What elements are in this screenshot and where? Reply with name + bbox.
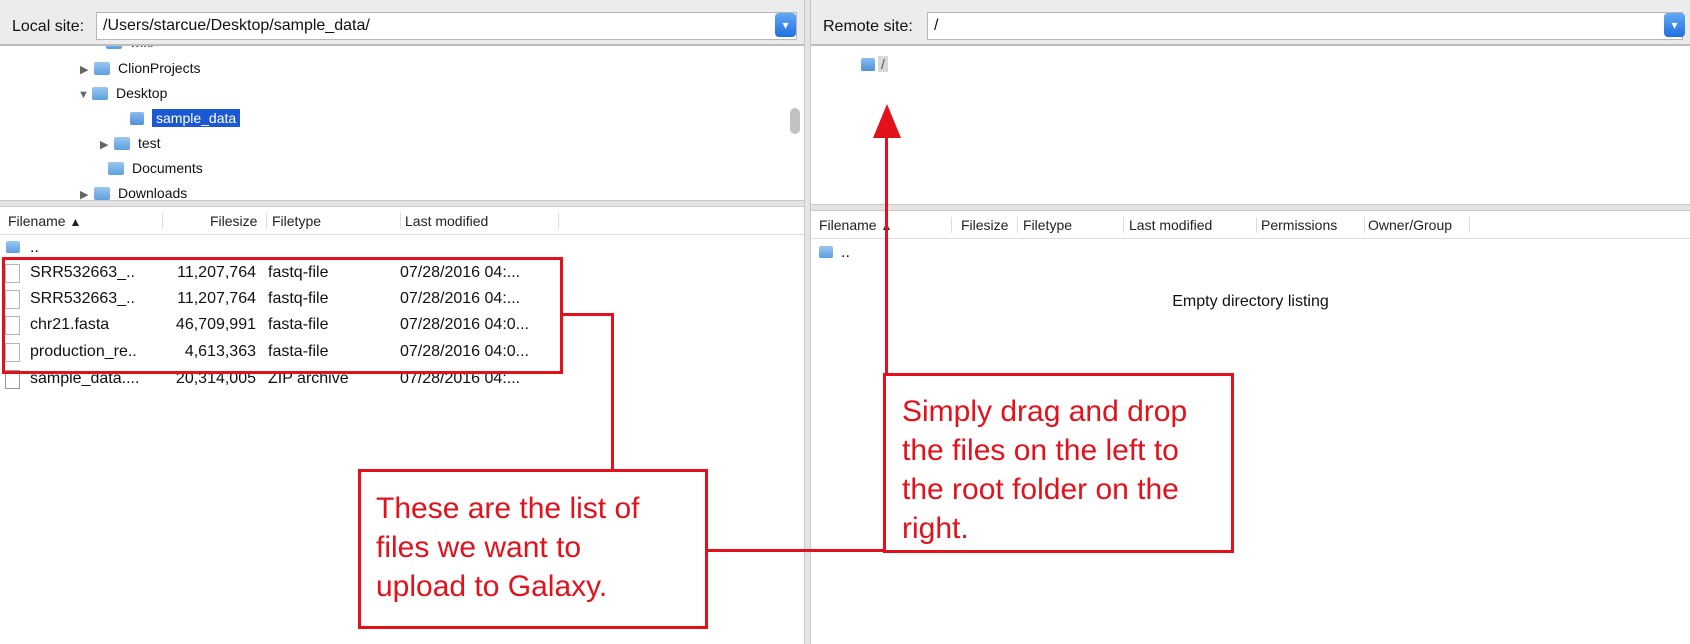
sort-ascending-icon: ▲: [69, 215, 82, 229]
tree-scrollbar[interactable]: [790, 108, 800, 134]
remote-site-bar: Remote site: / ▾: [811, 0, 1690, 46]
column-filename[interactable]: Filename ▲: [8, 213, 81, 229]
expand-arrow-icon[interactable]: ▶: [80, 58, 94, 82]
folder-icon: [92, 86, 108, 100]
local-site-dropdown-icon[interactable]: ▾: [775, 13, 796, 37]
open-folder-icon: [861, 57, 875, 71]
column-owner-group[interactable]: Owner/Group: [1368, 217, 1452, 233]
remote-directory-tree: /: [811, 46, 1690, 204]
column-permissions[interactable]: Permissions: [1261, 217, 1337, 233]
tree-item-sample-data[interactable]: sample_data: [130, 106, 241, 130]
folder-icon: [114, 136, 130, 150]
local-site-path-input[interactable]: /Users/starcue/Desktop/sample_data/: [96, 12, 797, 40]
column-filename[interactable]: Filename ▲: [819, 217, 892, 233]
folder-icon: [94, 61, 110, 75]
tree-item-test[interactable]: ▶ test: [100, 131, 161, 155]
folder-icon: [106, 46, 122, 49]
left-callout-text: These are the list of files we want to u…: [376, 492, 640, 603]
remote-site-label: Remote site:: [823, 18, 913, 35]
remote-site-path-text: /: [934, 17, 939, 34]
local-pane-splitter[interactable]: [0, 200, 804, 207]
folder-icon: [6, 241, 20, 253]
arrow-shaft: [885, 132, 888, 374]
tree-item-desktop[interactable]: ▼ Desktop: [78, 81, 167, 105]
expand-arrow-icon[interactable]: ▶: [80, 183, 94, 200]
column-filetype[interactable]: Filetype: [272, 213, 321, 229]
column-filetype[interactable]: Filetype: [1023, 217, 1072, 233]
expand-arrow-icon[interactable]: ▶: [100, 133, 114, 157]
empty-directory-message: Empty directory listing: [1172, 293, 1329, 310]
column-last-modified[interactable]: Last modified: [405, 213, 488, 229]
local-site-bar: Local site: /Users/starcue/Desktop/sampl…: [0, 0, 804, 46]
column-filesize[interactable]: Filesize: [210, 213, 257, 229]
connector-line: [708, 549, 884, 552]
column-last-modified[interactable]: Last modified: [1129, 217, 1212, 233]
selected-folder-label: sample_data: [152, 109, 241, 127]
tree-item-documents[interactable]: Documents: [108, 156, 203, 180]
tree-item-clionprojects[interactable]: ▶ ClionProjects: [80, 56, 200, 80]
remote-file-list-header: Filename ▲ Filesize Filetype Last modifi…: [811, 213, 1690, 239]
folder-icon: [94, 186, 110, 200]
open-folder-icon: [130, 111, 144, 125]
tree-item-root[interactable]: /: [861, 52, 888, 76]
remote-pane-splitter[interactable]: [811, 204, 1690, 211]
right-callout-text: Simply drag and drop the files on the le…: [902, 395, 1188, 545]
local-directory-tree: wiki ▶ClionProjects ▼Desktop sample_data…: [0, 46, 804, 200]
pane-divider[interactable]: [804, 0, 811, 644]
local-site-label: Local site:: [12, 18, 85, 35]
tree-item-downloads[interactable]: ▶ Downloads: [80, 181, 187, 200]
connector-line: [563, 313, 613, 316]
column-filesize[interactable]: Filesize: [961, 217, 1008, 233]
folder-icon: [108, 161, 124, 175]
file-highlight-box: [2, 257, 563, 374]
connector-line: [611, 313, 614, 471]
remote-site-path-input[interactable]: /: [927, 12, 1683, 40]
local-site-path-text: /Users/starcue/Desktop/sample_data/: [103, 17, 370, 34]
tree-item-partial[interactable]: wiki: [106, 46, 153, 54]
local-file-list-header: Filename ▲ Filesize Filetype Last modifi…: [0, 209, 804, 235]
folder-icon: [819, 246, 833, 258]
collapse-arrow-icon[interactable]: ▼: [78, 83, 92, 107]
up-arrow-icon: [873, 104, 901, 138]
parent-directory-row[interactable]: ..: [811, 240, 1690, 266]
remote-site-dropdown-icon[interactable]: ▾: [1664, 13, 1685, 37]
